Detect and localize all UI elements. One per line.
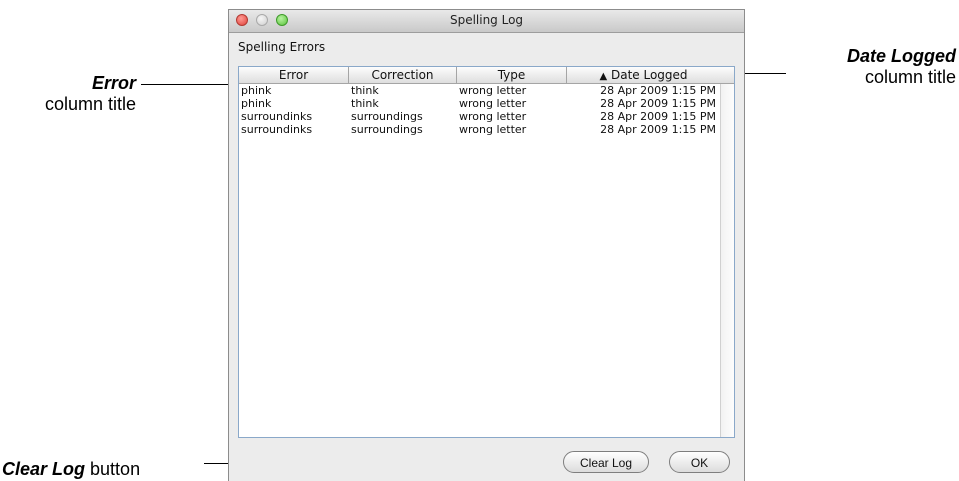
cell-type: wrong letter bbox=[459, 123, 527, 136]
cell-error: phink bbox=[241, 84, 272, 97]
callout-error-term: Error bbox=[91, 73, 136, 93]
cell-correction: surroundings bbox=[351, 123, 423, 136]
cell-correction: think bbox=[351, 97, 379, 110]
title-bar[interactable]: Spelling Log bbox=[229, 10, 744, 33]
callout-clear-log-button: Clear Log button bbox=[2, 459, 140, 480]
spelling-errors-table: Error Correction Type ▲ Date Logged phin… bbox=[238, 66, 735, 438]
clear-log-button[interactable]: Clear Log bbox=[563, 451, 649, 473]
callout-error-column: Error column title bbox=[2, 73, 136, 115]
ok-button[interactable]: OK bbox=[669, 451, 730, 473]
callout-date-term: Date Logged bbox=[846, 46, 956, 66]
table-header: Error Correction Type ▲ Date Logged bbox=[239, 67, 734, 84]
cell-correction: think bbox=[351, 84, 379, 97]
column-header-date-logged[interactable]: ▲ Date Logged bbox=[567, 67, 720, 83]
table-row[interactable]: surroundinks surroundings wrong letter 2… bbox=[239, 123, 734, 136]
column-header-correction[interactable]: Correction bbox=[349, 67, 457, 83]
cell-type: wrong letter bbox=[459, 110, 527, 123]
cell-type: wrong letter bbox=[459, 84, 527, 97]
cell-date-logged: 28 Apr 2009 1:15 PM bbox=[600, 97, 716, 110]
callout-clear-term: Clear Log bbox=[2, 459, 86, 479]
cell-date-logged: 28 Apr 2009 1:15 PM bbox=[600, 123, 716, 136]
column-header-error[interactable]: Error bbox=[239, 67, 349, 83]
cell-date-logged: 28 Apr 2009 1:15 PM bbox=[600, 110, 716, 123]
cell-date-logged: 28 Apr 2009 1:15 PM bbox=[600, 84, 716, 97]
cell-error: surroundinks bbox=[241, 123, 313, 136]
cell-type: wrong letter bbox=[459, 97, 527, 110]
leader-line-error bbox=[141, 84, 241, 85]
cell-error: surroundinks bbox=[241, 110, 313, 123]
callout-date-logged-column: Date Logged column title bbox=[786, 46, 956, 88]
table-row[interactable]: phink think wrong letter 28 Apr 2009 1:1… bbox=[239, 97, 734, 110]
spelling-log-window: Spelling Log Spelling Errors Error Corre… bbox=[228, 9, 745, 481]
table-row[interactable]: phink think wrong letter 28 Apr 2009 1:1… bbox=[239, 84, 734, 97]
cell-error: phink bbox=[241, 97, 272, 110]
callout-date-text: column title bbox=[864, 67, 956, 87]
window-title: Spelling Log bbox=[449, 13, 524, 27]
table-row[interactable]: surroundinks surroundings wrong letter 2… bbox=[239, 110, 734, 123]
callout-error-text: column title bbox=[44, 94, 136, 114]
column-header-type[interactable]: Type bbox=[457, 67, 567, 83]
sort-ascending-icon: ▲ bbox=[599, 71, 608, 82]
cell-correction: surroundings bbox=[351, 110, 423, 123]
callout-clear-text: button bbox=[90, 459, 141, 479]
section-label: Spelling Errors bbox=[238, 40, 326, 54]
table-body: phink think wrong letter 28 Apr 2009 1:1… bbox=[239, 84, 734, 136]
column-header-date-logged-label: Date Logged bbox=[610, 68, 688, 82]
vertical-scrollbar[interactable] bbox=[720, 84, 734, 437]
